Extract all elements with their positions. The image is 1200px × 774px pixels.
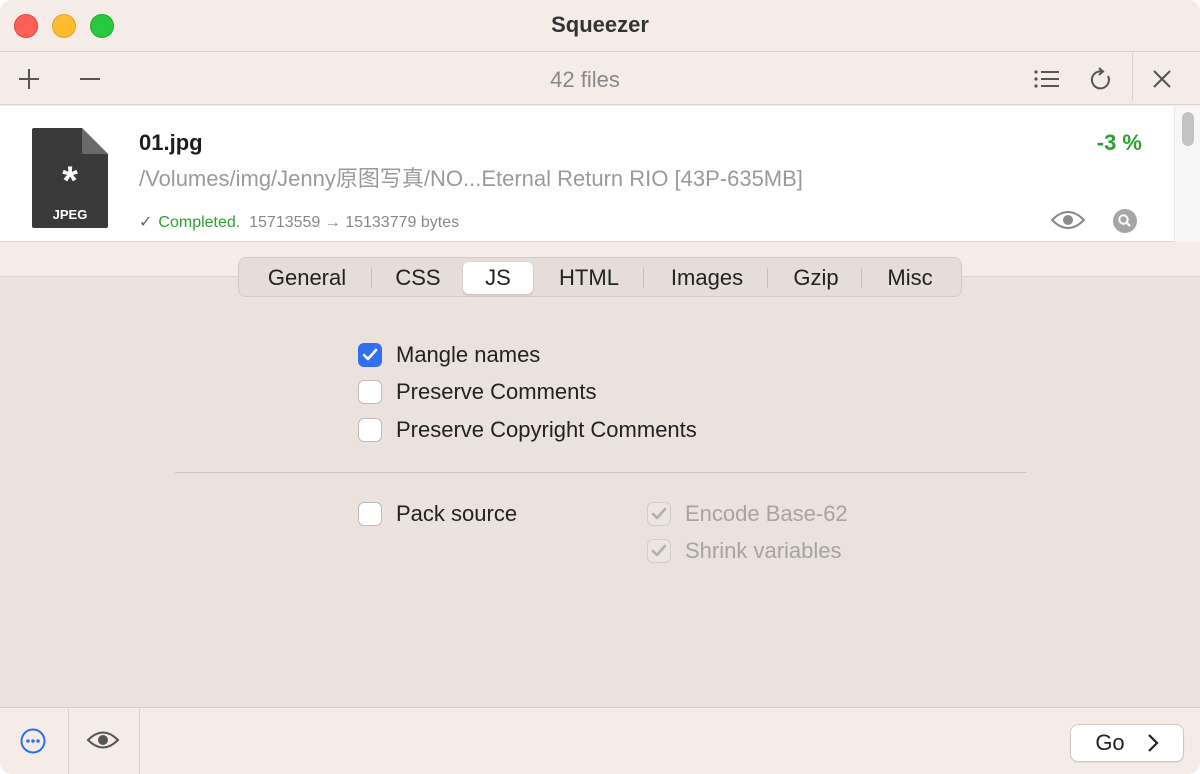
file-name: 01.jpg <box>139 130 203 155</box>
file-path: /Volumes/img/Jenny原图写真/NO...Eternal Retu… <box>139 166 803 191</box>
jpeg-file-icon: * JPEG <box>32 128 108 228</box>
more-options-icon[interactable] <box>20 728 46 754</box>
file-count: 42 files <box>550 67 620 92</box>
mangle-names-option[interactable]: Mangle names <box>358 342 540 368</box>
file-icon-symbol: * <box>62 159 78 203</box>
preserve-copyright-option[interactable]: Preserve Copyright Comments <box>358 417 697 443</box>
bottom-separator <box>68 708 69 774</box>
tab-gzip[interactable]: Gzip <box>773 262 859 294</box>
list-icon <box>1034 70 1059 88</box>
clear-button[interactable] <box>1144 61 1180 97</box>
tab-images[interactable]: Images <box>649 262 765 294</box>
mangle-names-checkbox[interactable] <box>358 343 382 367</box>
mangle-names-label: Mangle names <box>396 342 541 367</box>
go-button-label: Go <box>1095 730 1125 755</box>
tab-general[interactable]: General <box>249 262 365 294</box>
tab-divider <box>371 268 372 288</box>
scrollbar-thumb[interactable] <box>1182 112 1194 146</box>
file-icon-label: JPEG <box>53 207 88 222</box>
preserve-comments-checkbox[interactable] <box>358 380 382 404</box>
file-status: ✓ Completed. 15713559 → 15133779 bytes <box>139 212 459 232</box>
encode-base62-checkbox <box>647 502 671 526</box>
pack-source-label: Pack source <box>396 501 518 526</box>
close-icon <box>1153 70 1171 88</box>
tab-js[interactable]: JS <box>463 262 533 294</box>
go-button[interactable]: Go <box>1070 724 1184 762</box>
file-list-row[interactable]: * JPEG 01.jpg /Volumes/img/Jenny原图写真/NO.… <box>0 106 1200 242</box>
shrink-variables-option: Shrink variables <box>647 538 842 564</box>
encode-base62-label: Encode Base-62 <box>685 501 848 526</box>
toolbar: 42 files <box>0 53 1200 105</box>
compression-percent: -3 % <box>1096 130 1142 155</box>
checkmark-icon <box>651 507 667 520</box>
refresh-icon <box>1090 67 1110 90</box>
title-bar: Squeezer <box>0 0 1200 52</box>
tab-css[interactable]: CSS <box>377 262 459 294</box>
checkmark-icon <box>651 544 667 557</box>
tab-divider <box>861 268 862 288</box>
search-icon[interactable] <box>1112 208 1138 234</box>
preserve-comments-option[interactable]: Preserve Comments <box>358 379 597 405</box>
encode-base62-option: Encode Base-62 <box>647 501 848 527</box>
section-divider <box>175 472 1026 473</box>
tab-html[interactable]: HTML <box>537 262 641 294</box>
preserve-copyright-label: Preserve Copyright Comments <box>396 417 697 442</box>
checkmark-icon <box>362 348 378 361</box>
preserve-comments-label: Preserve Comments <box>396 379 597 404</box>
shrink-variables-label: Shrink variables <box>685 538 842 563</box>
settings-panel <box>0 277 1200 707</box>
pack-source-option[interactable]: Pack source <box>358 501 517 527</box>
status-text: Completed. <box>158 214 241 231</box>
list-view-button[interactable] <box>1029 61 1065 97</box>
chevron-right-icon <box>1147 734 1159 752</box>
preserve-copyright-checkbox[interactable] <box>358 418 382 442</box>
pack-source-checkbox[interactable] <box>358 502 382 526</box>
refresh-button[interactable] <box>1083 61 1119 97</box>
tab-misc[interactable]: Misc <box>867 262 953 294</box>
window-title: Squeezer <box>551 12 649 37</box>
bottom-bar: Go <box>0 707 1200 774</box>
app-window: Squeezer 42 files * JPEG 01.jpg /Volumes… <box>0 0 1200 774</box>
eye-icon[interactable] <box>86 728 120 752</box>
eye-icon[interactable] <box>1050 208 1086 232</box>
bottom-separator <box>139 708 140 774</box>
byte-sizes: 15713559 → 15133779 bytes <box>249 214 460 231</box>
checkmark-icon: ✓ <box>139 214 153 231</box>
tab-divider <box>643 268 644 288</box>
settings-tabs: General CSS JS HTML Images Gzip Misc <box>238 257 962 297</box>
toolbar-separator <box>1132 53 1133 101</box>
shrink-variables-checkbox <box>647 539 671 563</box>
tab-divider <box>767 268 768 288</box>
